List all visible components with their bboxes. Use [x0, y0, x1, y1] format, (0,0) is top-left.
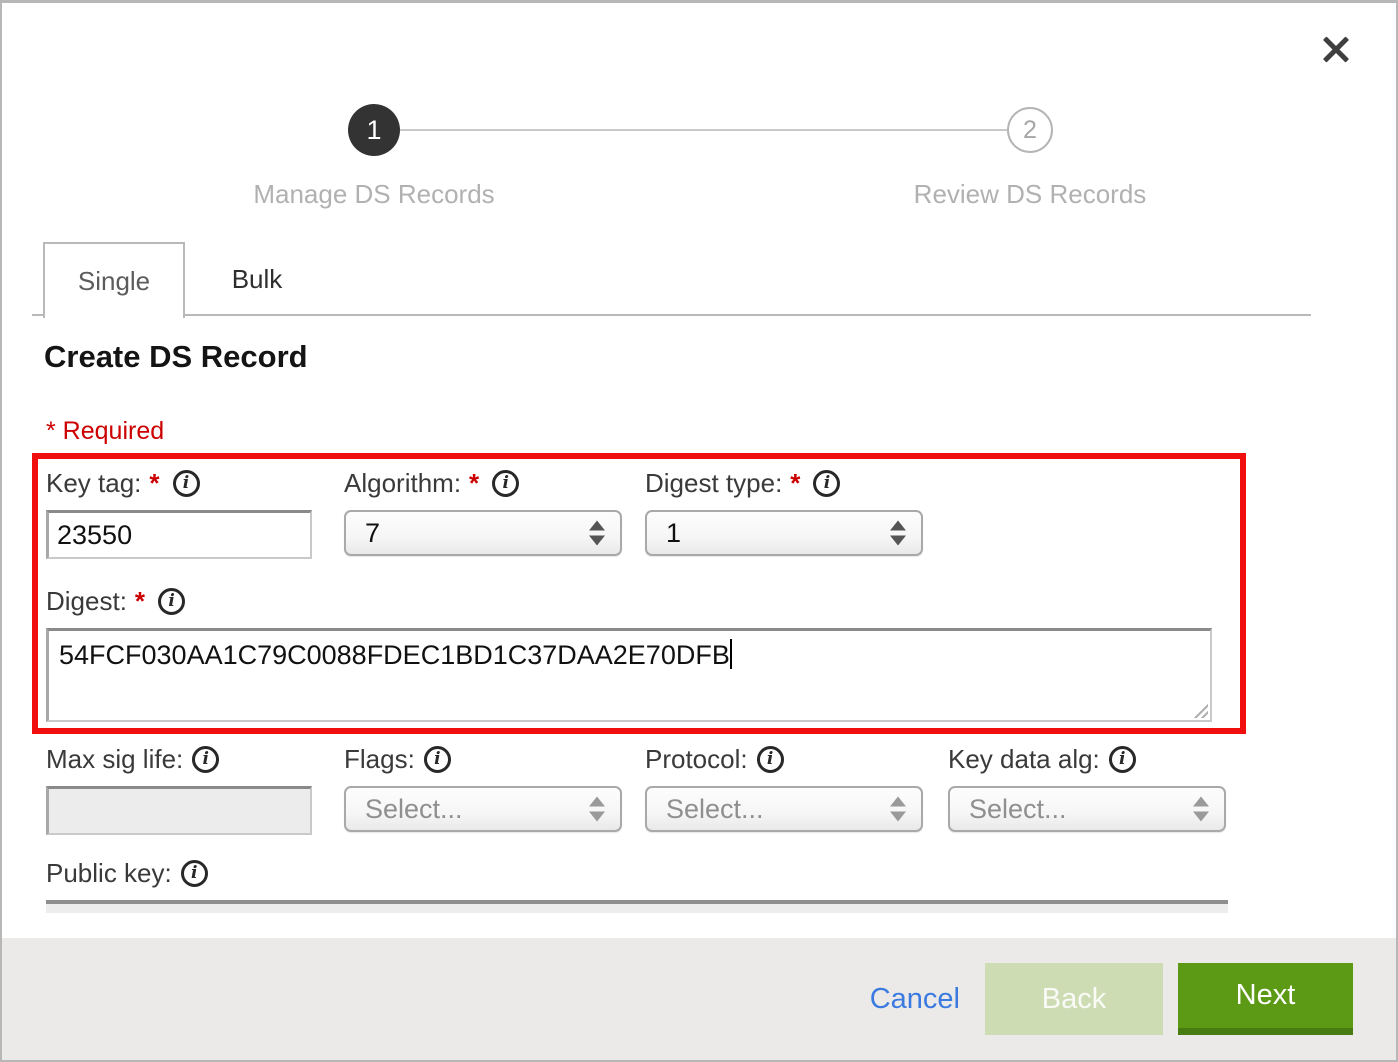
- public-key-textarea[interactable]: [46, 900, 1228, 913]
- key-data-alg-select[interactable]: Select...: [948, 786, 1226, 832]
- flags-select[interactable]: Select...: [344, 786, 622, 832]
- dialog-footer: Cancel Back Next: [2, 938, 1396, 1060]
- info-icon[interactable]: i: [1109, 746, 1136, 773]
- algorithm-field-group: Algorithm: * i 7: [344, 467, 622, 556]
- resize-handle-icon[interactable]: [1192, 702, 1208, 718]
- close-icon[interactable]: [1320, 33, 1352, 65]
- protocol-select[interactable]: Select...: [645, 786, 923, 832]
- step-1-label: Manage DS Records: [244, 179, 504, 210]
- step-1-indicator: 1: [348, 104, 400, 156]
- flags-field-group: Flags: i Select...: [344, 743, 622, 832]
- info-icon[interactable]: i: [424, 746, 451, 773]
- page-title: Create DS Record: [44, 339, 308, 375]
- select-spinner-icon: [890, 521, 906, 546]
- create-ds-record-dialog: 1 2 Manage DS Records Review DS Records …: [0, 0, 1398, 1062]
- required-asterisk: *: [469, 468, 479, 499]
- digest-textarea[interactable]: 54FCF030AA1C79C0088FDEC1BD1C37DAA2E70DFB: [46, 628, 1212, 722]
- info-icon[interactable]: i: [181, 860, 208, 887]
- digest-field-group: Digest: * i 54FCF030AA1C79C0088FDEC1BD1C…: [46, 585, 1212, 722]
- required-asterisk: *: [790, 468, 800, 499]
- required-asterisk: *: [149, 468, 159, 499]
- stepper-connector-line: [400, 129, 1008, 131]
- key-data-alg-label: Key data alg: i: [948, 743, 1226, 775]
- info-icon[interactable]: i: [173, 470, 200, 497]
- key-tag-label: Key tag: * i: [46, 467, 312, 499]
- required-note: * Required: [46, 417, 164, 446]
- protocol-field-group: Protocol: i Select...: [645, 743, 923, 832]
- select-spinner-icon: [589, 797, 605, 822]
- public-key-label: Public key: i: [46, 857, 1228, 889]
- digest-label: Digest: * i: [46, 585, 1212, 617]
- key-tag-field-group: Key tag: * i: [46, 467, 312, 559]
- algorithm-select[interactable]: 7: [344, 510, 622, 556]
- key-tag-input[interactable]: [46, 510, 312, 559]
- info-icon[interactable]: i: [757, 746, 784, 773]
- next-button[interactable]: Next: [1178, 963, 1353, 1035]
- protocol-label: Protocol: i: [645, 743, 923, 775]
- max-sig-life-input[interactable]: [46, 786, 312, 835]
- text-caret: [730, 639, 732, 669]
- public-key-field-group: Public key: i: [46, 857, 1228, 913]
- info-icon[interactable]: i: [492, 470, 519, 497]
- info-icon[interactable]: i: [813, 470, 840, 497]
- required-asterisk: *: [135, 586, 145, 617]
- tab-bar: Single Bulk: [32, 242, 1311, 316]
- flags-label: Flags: i: [344, 743, 622, 775]
- tab-bulk[interactable]: Bulk: [187, 242, 327, 316]
- key-data-alg-field-group: Key data alg: i Select...: [948, 743, 1226, 832]
- max-sig-life-field-group: Max sig life: i: [46, 743, 312, 835]
- back-button[interactable]: Back: [985, 963, 1163, 1035]
- select-spinner-icon: [1193, 797, 1209, 822]
- algorithm-label: Algorithm: * i: [344, 467, 622, 499]
- step-2-indicator: 2: [1007, 107, 1053, 153]
- digest-type-label: Digest type: * i: [645, 467, 923, 499]
- select-spinner-icon: [890, 797, 906, 822]
- info-icon[interactable]: i: [158, 588, 185, 615]
- info-icon[interactable]: i: [192, 746, 219, 773]
- tab-single[interactable]: Single: [43, 242, 185, 318]
- max-sig-life-label: Max sig life: i: [46, 743, 312, 775]
- select-spinner-icon: [589, 521, 605, 546]
- digest-type-select[interactable]: 1: [645, 510, 923, 556]
- digest-type-field-group: Digest type: * i 1: [645, 467, 923, 556]
- step-2-label: Review DS Records: [900, 179, 1160, 210]
- cancel-button[interactable]: Cancel: [870, 983, 960, 1016]
